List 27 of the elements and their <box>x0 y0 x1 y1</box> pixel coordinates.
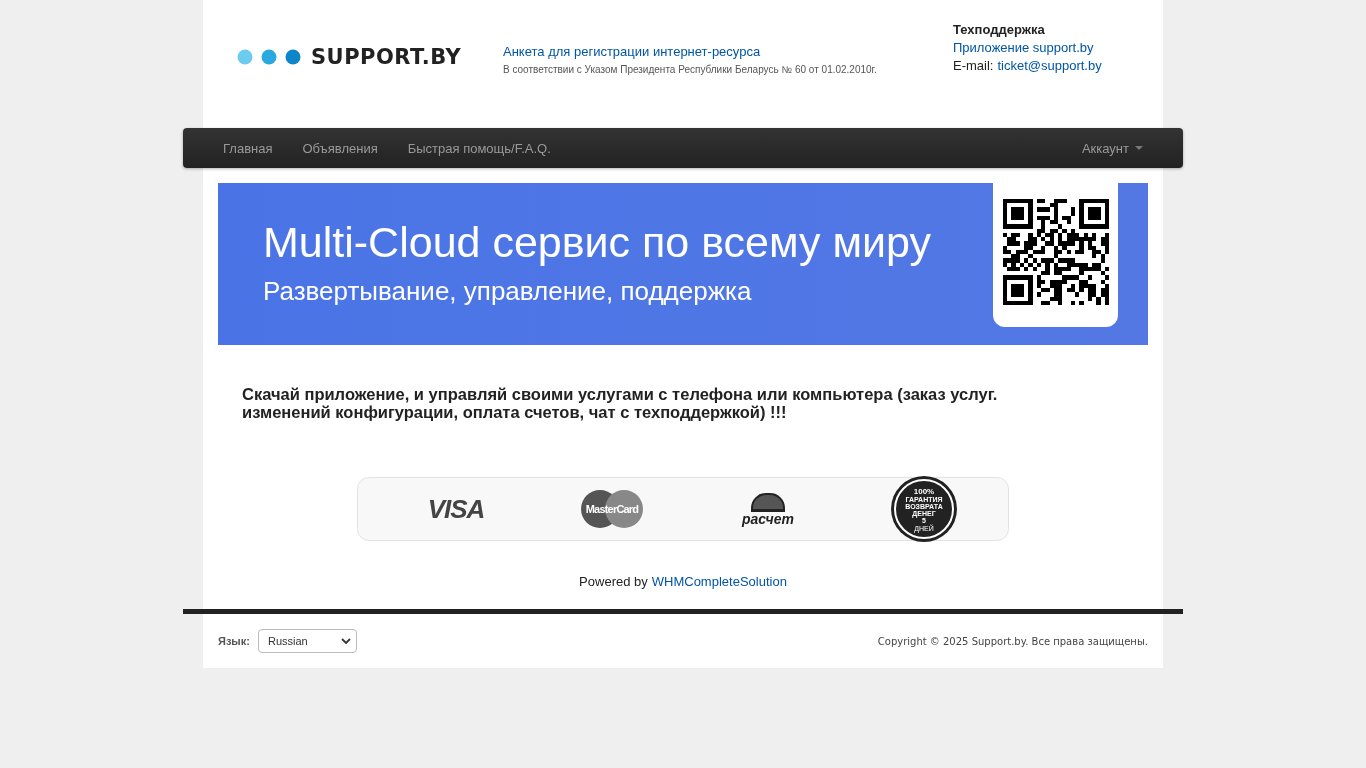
qr-code-icon <box>1002 199 1109 305</box>
account-menu[interactable]: Аккаунт <box>1066 140 1158 156</box>
logo-dots-icon <box>237 49 301 65</box>
promo-text: Скачай приложение, и управляй своими услугами с телефона или компьютера (заказ услуг. изменений конфигурации, оплата счетов, чат с техподдержкой) !!! <box>242 385 999 421</box>
logo-text[interactable]: SUPPORT.BY <box>311 45 462 69</box>
language-label: Язык: <box>218 635 250 647</box>
registration-form-link[interactable]: Анкета для регистрации интернет-ресурса <box>503 44 953 59</box>
email-link[interactable]: ticket@support.by <box>997 57 1102 75</box>
banner-subline: Развертывание, управление, поддержка <box>263 276 753 307</box>
powered-by-label: Powered by <box>579 574 648 589</box>
whmcs-link[interactable]: WHMCompleteSolution <box>651 574 787 589</box>
email-label: E-mail: <box>953 57 994 75</box>
decree-note: В соответствии с Указом Президента Республики Беларусь № 60 от 01.02.2010г. <box>503 64 878 75</box>
visa-logo: VISA <box>427 493 485 525</box>
app-link[interactable]: Приложение support.by <box>953 39 1102 57</box>
nav-link[interactable]: Быстрая помощь/F.A.Q. <box>392 140 566 156</box>
nav-link[interactable]: Объявления <box>287 140 393 156</box>
caret-icon <box>1135 146 1143 150</box>
nav-link[interactable]: Главная <box>208 140 288 156</box>
copyright-text: Copyright © 2025 Support.by. Все права защищены. <box>877 635 1148 647</box>
banner-headline: Multi-Cloud сервис по всему миру <box>263 217 931 268</box>
raschet-logo: расчет <box>742 492 794 526</box>
language-select[interactable]: Russian <box>257 629 357 653</box>
support-heading: Техподдержка <box>953 21 1046 39</box>
promo-banner[interactable]: Multi-Cloud сервис по всему миру Развертывание, управление, поддержка <box>218 183 1148 345</box>
mastercard-logo: MasterCard <box>581 490 643 528</box>
chevron-down-icon <box>340 638 351 644</box>
